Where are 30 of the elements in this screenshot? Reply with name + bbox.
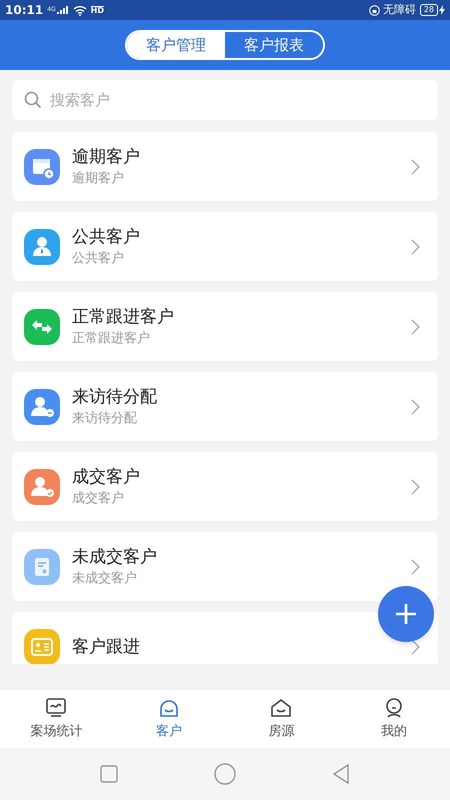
accessibility-text: 无障碍 — [382, 2, 416, 18]
customer-category-card[interactable]: 客户跟进 — [12, 612, 438, 664]
bottom-tab[interactable]: 房源 — [225, 690, 338, 748]
customer-category-card[interactable]: 成交客户 成交客户 — [12, 452, 438, 521]
category-title: 客户跟进 — [72, 636, 141, 658]
category-title: 公共客户 — [72, 226, 141, 248]
hd-text: HD — [90, 6, 104, 14]
category-subtitle: 来访待分配 — [72, 410, 138, 428]
category-subtitle: 未成交客户 — [72, 570, 138, 588]
bottom-tab[interactable]: 我的 — [338, 690, 450, 748]
category-title: 逾期客户 — [72, 146, 141, 168]
category-subtitle: 逾期客户 — [72, 170, 125, 188]
search-field[interactable]: 搜索客户 — [12, 80, 438, 120]
category-title: 成交客户 — [72, 466, 141, 488]
bottom-tab[interactable]: 案场统计 — [0, 690, 112, 748]
clock-text: 10:11 — [5, 2, 44, 19]
battery-text: 28 — [420, 4, 438, 16]
category-subtitle: 公共客户 — [72, 250, 125, 268]
category-subtitle: 成交客户 — [72, 490, 125, 508]
customer-category-card[interactable]: 逾期客户 逾期客户 — [12, 132, 438, 201]
category-title: 未成交客户 — [72, 546, 158, 568]
category-subtitle: 正常跟进客户 — [72, 330, 151, 348]
segment-tab[interactable]: 客户管理 — [127, 32, 225, 58]
customer-category-card[interactable]: 未成交客户 未成交客户 — [12, 532, 438, 601]
category-title: 正常跟进客户 — [72, 306, 175, 328]
customer-category-card[interactable]: 公共客户 公共客户 — [12, 212, 438, 281]
category-title: 来访待分配 — [72, 386, 158, 408]
customer-category-card[interactable]: 正常跟进客户 正常跟进客户 — [12, 292, 438, 361]
customer-category-card[interactable]: 来访待分配 来访待分配 — [12, 372, 438, 441]
bottom-tab[interactable]: 客户 — [112, 690, 225, 748]
